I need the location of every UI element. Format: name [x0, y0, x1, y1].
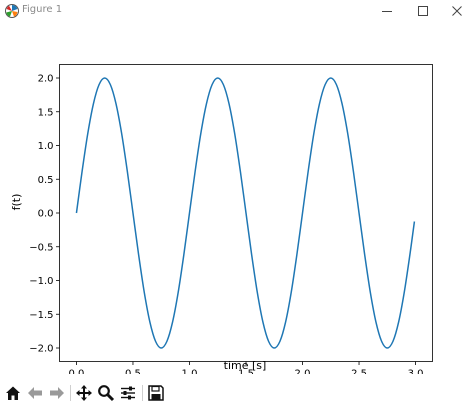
y-tick-label: −1.5: [29, 310, 53, 321]
y-tick-label: 0.5: [38, 175, 54, 186]
x-tick-label: 0.5: [125, 369, 141, 375]
home-button[interactable]: [2, 382, 24, 404]
close-icon: [452, 6, 462, 16]
y-tick-label: 2.0: [38, 74, 54, 85]
forward-button[interactable]: [46, 382, 68, 404]
y-tick-label: 1.5: [38, 107, 54, 118]
configure-subplots-button[interactable]: [117, 382, 139, 404]
y-tick-label: −0.5: [29, 242, 53, 253]
arrow-right-icon: [50, 387, 64, 399]
x-tick-label: 1.0: [182, 369, 198, 375]
x-tick-label: 3.0: [408, 369, 424, 375]
zoom-button[interactable]: [95, 382, 117, 404]
pan-button[interactable]: [73, 382, 95, 404]
toolbar-separator: [70, 385, 71, 401]
close-button[interactable]: [436, 0, 474, 22]
title-bar: Figure 1: [0, 0, 474, 22]
arrow-left-icon: [28, 387, 42, 399]
y-axis-label: f(t): [10, 194, 23, 211]
matplotlib-icon: [4, 3, 20, 19]
back-button[interactable]: [24, 382, 46, 404]
floppy-icon: [148, 385, 164, 401]
move-icon: [76, 385, 92, 401]
x-tick-label: 0.0: [69, 369, 85, 375]
x-tick-label: 2.5: [351, 369, 367, 375]
y-tick-label: −1.0: [29, 276, 53, 287]
y-tick-label: 1.0: [38, 141, 54, 152]
navigation-toolbar: [0, 380, 474, 406]
figure-canvas[interactable]: 0.0 0.5 1.0 1.5 2.0 2.5 3.0 −2.0 −1.5 −1.0 −0.5 0.…: [0, 22, 474, 380]
home-icon: [6, 386, 20, 400]
toolbar-separator: [142, 385, 143, 401]
maximize-icon: [418, 6, 428, 16]
y-tick-label: 0.0: [38, 209, 54, 220]
minimize-icon: [382, 11, 392, 12]
save-button[interactable]: [145, 382, 167, 404]
window-title: Figure 1: [22, 4, 63, 15]
y-tick-label: −2.0: [29, 344, 53, 355]
magnifier-icon: [98, 385, 115, 402]
sliders-icon: [121, 386, 135, 400]
x-axis-label: time [s]: [224, 359, 267, 372]
line-chart: 0.0 0.5 1.0 1.5 2.0 2.5 3.0 −2.0 −1.5 −1.0 −0.5 0.…: [10, 64, 433, 380]
x-tick-label: 2.0: [295, 369, 311, 375]
